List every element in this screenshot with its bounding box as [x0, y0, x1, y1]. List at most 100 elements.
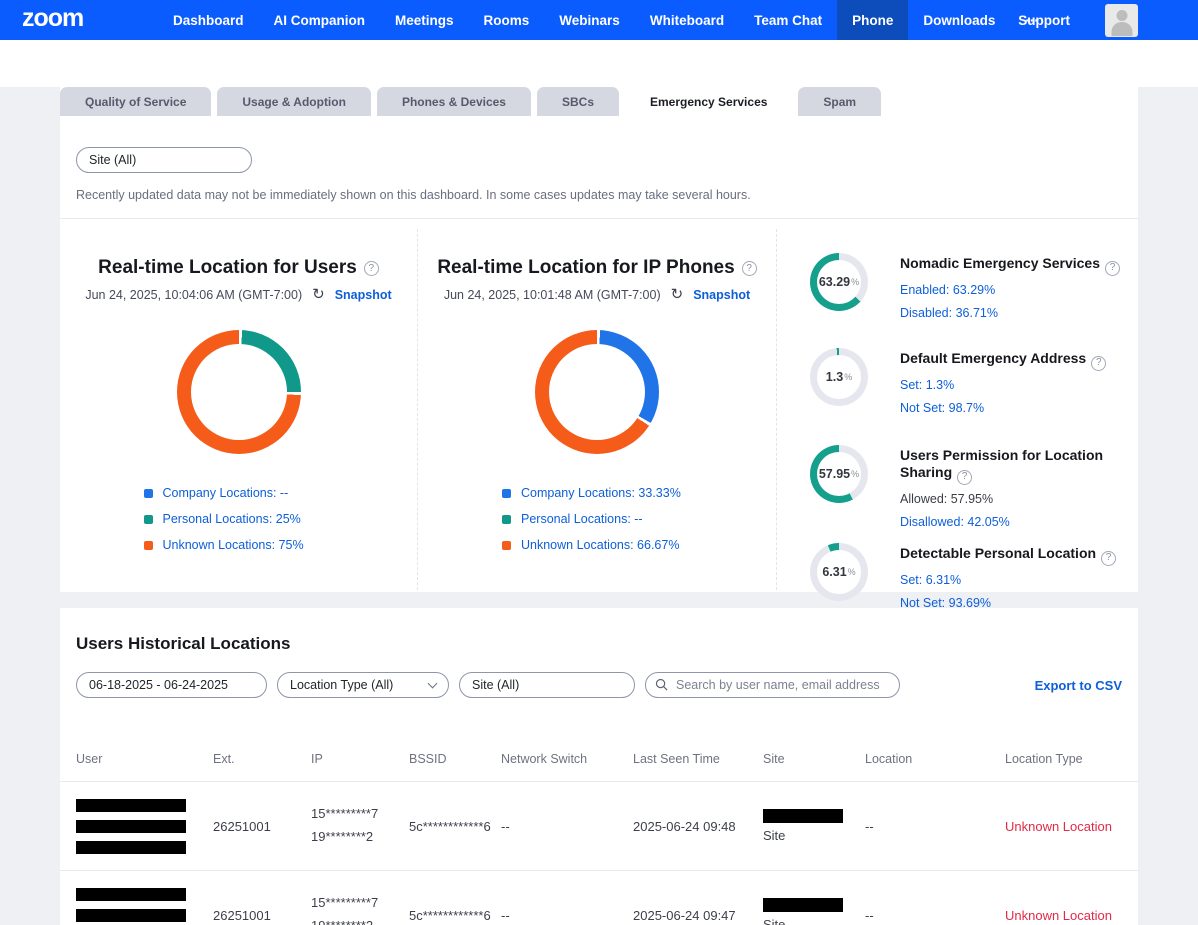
stat-text: Nomadic Emergency Services? Enabled: 63.…: [900, 253, 1138, 320]
refresh-icon[interactable]: ↻: [312, 287, 325, 302]
ip-phones-location-donut-chart: [535, 330, 659, 454]
stat-text: Detectable Personal Location? Set: 6.31%…: [900, 543, 1138, 610]
ip-cell: 15*********7 19********2: [311, 892, 409, 925]
stat-default-emergency-address: 1.3% Default Emergency Address? Set: 1.3…: [777, 348, 1138, 415]
stat-line-disabled[interactable]: Disabled: 36.71%: [900, 306, 1138, 320]
legend-label[interactable]: Personal Locations: 25%: [163, 512, 301, 526]
legend-label[interactable]: Unknown Locations: 66.67%: [521, 538, 679, 552]
nav-item-meetings[interactable]: Meetings: [380, 0, 469, 40]
realtime-users-title-row: Real-time Location for Users ?: [60, 257, 417, 279]
snapshot-link[interactable]: Snapshot: [335, 288, 392, 302]
user-avatar[interactable]: [1105, 4, 1138, 37]
redaction-bar: [76, 909, 186, 922]
nav-item-downloads[interactable]: Downloads: [908, 0, 1010, 40]
location-type-select[interactable]: Location Type (All): [277, 672, 449, 698]
col-header-ext[interactable]: Ext.: [213, 752, 311, 766]
export-to-csv-link[interactable]: Export to CSV: [1035, 678, 1122, 693]
nav-item-phone[interactable]: Phone: [837, 0, 908, 40]
legend-label[interactable]: Unknown Locations: 75%: [163, 538, 304, 552]
nav-item-ai-companion[interactable]: AI Companion: [259, 0, 381, 40]
legend-label[interactable]: Company Locations: --: [163, 486, 289, 500]
unknown-locations-swatch: [144, 541, 153, 550]
network-switch-cell: --: [501, 819, 633, 834]
help-icon[interactable]: ?: [742, 261, 757, 276]
nav-item-webinars[interactable]: Webinars: [544, 0, 635, 40]
stat-title: Nomadic Emergency Services?: [900, 255, 1138, 274]
help-icon[interactable]: ?: [364, 261, 379, 276]
stat-line-not-set[interactable]: Not Set: 98.7%: [900, 401, 1138, 415]
help-icon[interactable]: ?: [1091, 356, 1106, 371]
search-icon: [655, 678, 668, 691]
nav-item-dashboard[interactable]: Dashboard: [158, 0, 259, 40]
col-header-site[interactable]: Site: [763, 752, 865, 766]
redaction-bar: [763, 809, 843, 823]
tab-sbcs[interactable]: SBCs: [537, 87, 619, 116]
snapshot-link[interactable]: Snapshot: [693, 288, 750, 302]
location-type-value: Location Type (All): [290, 678, 393, 692]
bssid-cell: 5c************6: [409, 908, 501, 923]
stat-line-set[interactable]: Set: 6.31%: [900, 573, 1138, 587]
default-emergency-address-gauge: 1.3%: [810, 348, 868, 406]
col-header-location-type[interactable]: Location Type: [1005, 752, 1122, 766]
nav-item-rooms[interactable]: Rooms: [469, 0, 545, 40]
redaction-bar: [76, 888, 186, 901]
users-historical-locations-card: Users Historical Locations Location Type…: [60, 608, 1138, 925]
col-header-location[interactable]: Location: [865, 752, 1005, 766]
company-locations-swatch: [502, 489, 511, 498]
realtime-users-panel: Real-time Location for Users ? Jun 24, 2…: [60, 229, 418, 590]
table-row[interactable]: 26251001 15*********7 19********2 5c****…: [60, 871, 1138, 925]
unknown-locations-swatch: [502, 541, 511, 550]
ext-cell: 26251001: [213, 908, 311, 923]
col-header-ip[interactable]: IP: [311, 752, 409, 766]
tab-usage-adoption[interactable]: Usage & Adoption: [217, 87, 371, 116]
realtime-users-timestamp: Jun 24, 2025, 10:04:06 AM (GMT-7:00): [85, 288, 302, 302]
legend-item: Personal Locations: --: [502, 512, 692, 526]
legend-item: Personal Locations: 25%: [144, 512, 334, 526]
col-header-last-seen-time[interactable]: Last Seen Time: [633, 752, 763, 766]
stat-line-disallowed[interactable]: Disallowed: 42.05%: [900, 515, 1138, 529]
stat-line-set[interactable]: Set: 1.3%: [900, 378, 1138, 392]
historical-filters-row: Location Type (All): [76, 672, 1122, 698]
tab-phones-devices[interactable]: Phones & Devices: [377, 87, 531, 116]
legend-item: Company Locations: --: [144, 486, 334, 500]
tab-quality-of-service[interactable]: Quality of Service: [60, 87, 211, 116]
date-range-input[interactable]: [76, 672, 267, 698]
refresh-icon[interactable]: ↻: [671, 287, 684, 302]
help-icon[interactable]: ?: [957, 470, 972, 485]
help-icon[interactable]: ?: [1101, 551, 1116, 566]
stat-users-permission-location-sharing: 57.95% Users Permission for Location Sha…: [777, 445, 1138, 529]
search-input[interactable]: [645, 672, 900, 698]
stat-title: Detectable Personal Location?: [900, 545, 1138, 564]
nomadic-emergency-gauge: 63.29%: [810, 253, 868, 311]
right-gutter: [1138, 87, 1198, 925]
search-wrap: [645, 672, 900, 698]
col-header-network-switch[interactable]: Network Switch: [501, 752, 633, 766]
site-cell: Site: [763, 809, 865, 843]
site-filter-input[interactable]: [76, 147, 252, 173]
help-icon[interactable]: ?: [1105, 261, 1120, 276]
redaction-bar: [76, 799, 186, 812]
location-cell: --: [865, 908, 1005, 923]
nav-item-whiteboard[interactable]: Whiteboard: [635, 0, 739, 40]
last-seen-cell: 2025-06-24 09:47: [633, 908, 763, 923]
legend-label[interactable]: Company Locations: 33.33%: [521, 486, 681, 500]
nav-menu: Dashboard AI Companion Meetings Rooms We…: [158, 0, 1054, 40]
site-table-filter-input[interactable]: [459, 672, 635, 698]
realtime-phones-timestamp: Jun 24, 2025, 10:01:48 AM (GMT-7:00): [444, 288, 661, 302]
left-gutter: [0, 87, 60, 925]
gauge-value: 1.3%: [810, 348, 868, 406]
legend-label[interactable]: Personal Locations: --: [521, 512, 643, 526]
avatar-person-icon: [1116, 10, 1127, 21]
tab-spam[interactable]: Spam: [798, 87, 881, 116]
col-header-user[interactable]: User: [76, 752, 213, 766]
realtime-users-subtitle: Jun 24, 2025, 10:04:06 AM (GMT-7:00) ↻ S…: [60, 287, 417, 302]
stat-line-allowed: Allowed: 57.95%: [900, 492, 1138, 506]
stat-title: Users Permission for Location Sharing?: [900, 447, 1138, 483]
legend-item: Unknown Locations: 75%: [144, 538, 334, 552]
col-header-bssid[interactable]: BSSID: [409, 752, 501, 766]
table-row[interactable]: 26251001 15*********7 19********2 5c****…: [60, 782, 1138, 871]
tab-emergency-services[interactable]: Emergency Services: [625, 87, 792, 116]
nav-item-team-chat[interactable]: Team Chat: [739, 0, 837, 40]
stat-line-enabled[interactable]: Enabled: 63.29%: [900, 283, 1138, 297]
nav-item-support[interactable]: Support: [1003, 0, 1085, 40]
